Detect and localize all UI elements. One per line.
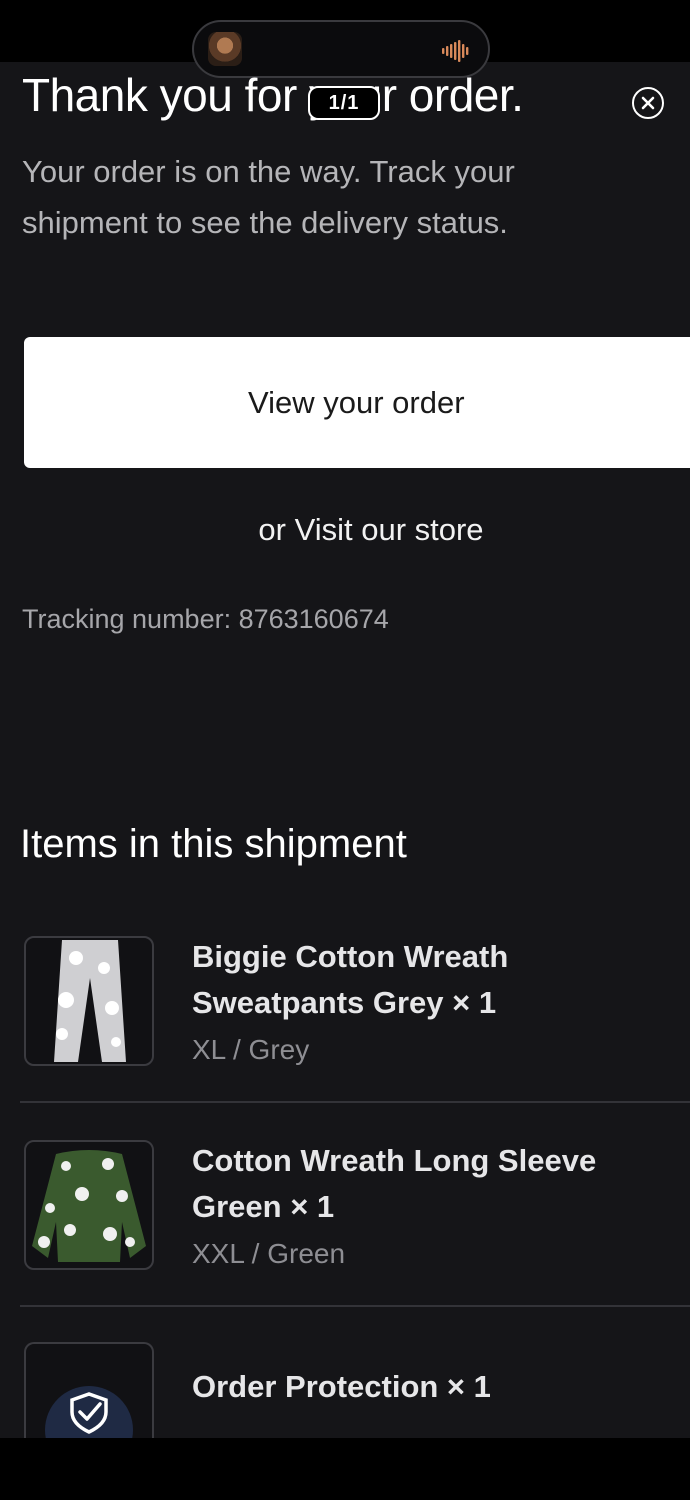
now-playing-artwork [208,32,242,66]
item-variant: XXL / Green [192,1238,346,1269]
close-icon [641,96,655,110]
long-sleeve-image [24,1140,154,1270]
order-status-message: Your order is on the way. Track your shi… [22,154,515,240]
audio-waveform-icon [442,40,469,62]
home-indicator-bar [0,1438,690,1500]
item-name: Cotton Wreath Long Sleeve Green × 1 [192,1143,597,1224]
tracking-number: Tracking number: 8763160674 [22,604,389,634]
shield-check-icon [24,1342,154,1438]
divider [20,1305,690,1307]
shipment-section-title: Items in this shipment [20,822,407,866]
item-name: Order Protection × 1 [192,1369,491,1404]
view-order-button[interactable]: View your order [24,337,690,468]
close-button[interactable] [632,87,664,119]
shipment-item: Biggie Cotton Wreath Sweatpants Grey × 1… [0,936,690,1076]
page-indicator: 1/1 [308,86,380,120]
shipment-item: Cotton Wreath Long Sleeve Green × 1 XXL … [0,1140,690,1280]
item-variant: XL / Grey [192,1034,310,1065]
divider [20,1101,690,1103]
page-title: Thank you for your order. [22,69,524,121]
sweatpants-image [24,936,154,1066]
view-order-label: View your order [248,384,465,420]
visit-store-link[interactable]: or Visit our store [0,512,690,548]
item-name: Biggie Cotton Wreath Sweatpants Grey × 1 [192,939,509,1020]
shipment-item: Order Protection × 1 [0,1342,690,1438]
